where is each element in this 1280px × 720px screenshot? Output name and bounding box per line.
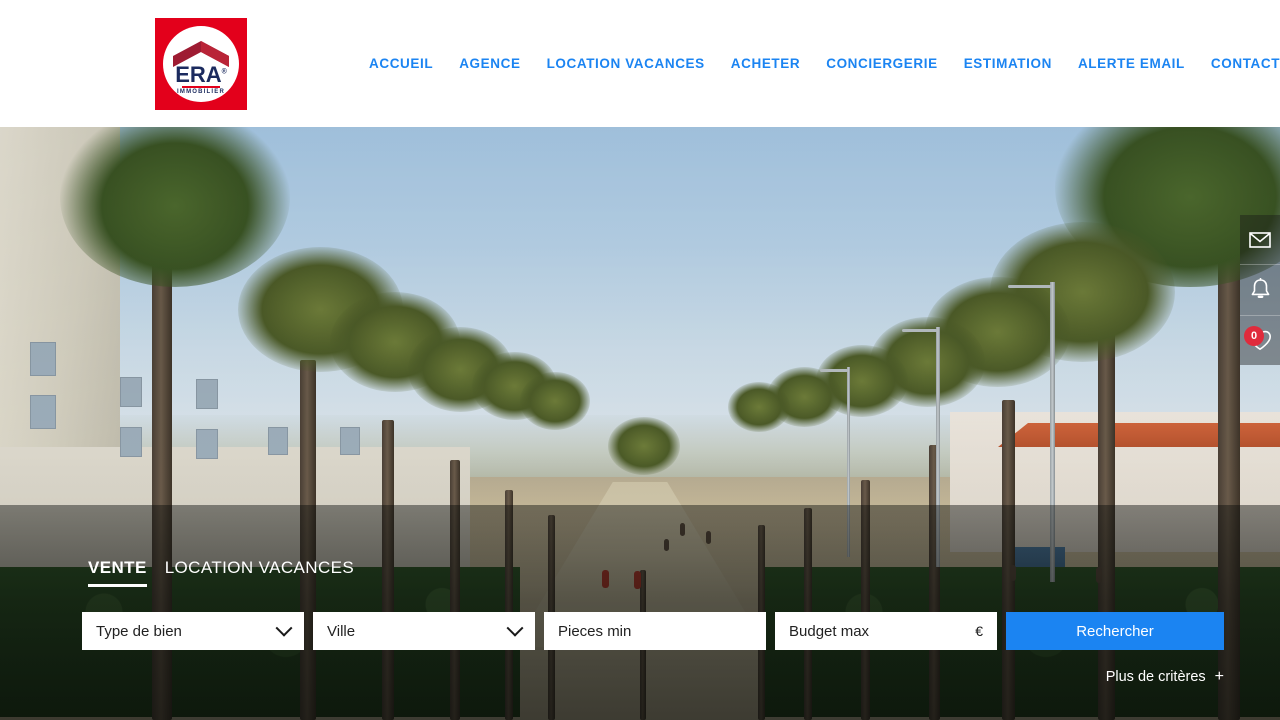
nav-item-location-vacances[interactable]: LOCATION VACANCES [534,56,718,71]
property-type-value: Type de bien [96,622,182,640]
rail-item-alerts[interactable] [1240,265,1280,316]
window [196,379,218,409]
pedestrian [680,523,685,536]
main-navigation: ACCUEIL AGENCE LOCATION VACANCES ACHETER… [356,0,1280,127]
floating-action-rail: 0 [1240,215,1280,365]
street-lamp-arm [1008,285,1052,288]
logo-registered-mark: ® [221,68,227,76]
hero-search-panel: VENTE LOCATION VACANCES Type de bien Vil… [0,540,1280,720]
more-criteria-label: Plus de critères [1105,669,1206,685]
window [120,377,142,407]
era-logo[interactable]: ERA® IMMOBILIER [155,18,247,110]
palm-crown [608,417,680,475]
nav-item-agence[interactable]: AGENCE [446,56,533,71]
rail-item-mail[interactable] [1240,215,1280,266]
window [30,342,56,376]
chevron-down-icon [275,619,293,637]
street-lamp [936,327,940,567]
nav-item-alerte-email[interactable]: ALERTE EMAIL [1065,56,1198,71]
logo-red-square: ERA® IMMOBILIER [155,18,247,110]
tab-location-vacances[interactable]: LOCATION VACANCES [165,558,354,584]
palm-crown [520,372,590,430]
window [196,429,218,459]
budget-max-input[interactable]: Budget max € [775,612,997,650]
city-value: Ville [327,622,356,640]
search-submit-button[interactable]: Rechercher [1006,612,1224,650]
window [30,395,56,429]
tab-vente[interactable]: VENTE [88,558,147,587]
nav-item-estimation[interactable]: ESTIMATION [951,56,1065,71]
street-lamp-arm [820,369,848,372]
street-lamp-arm [902,329,938,332]
logo-era-text: ERA® [175,62,227,87]
plus-icon: + [1214,668,1224,685]
logo-subtitle: IMMOBILIER [177,89,225,95]
search-tabs: VENTE LOCATION VACANCES [88,558,354,587]
logo-white-circle: ERA® IMMOBILIER [163,26,239,102]
street-lamp [847,367,850,557]
more-criteria-toggle[interactable]: Plus de critères + [1106,668,1224,686]
window [268,427,288,455]
site-header: ERA® IMMOBILIER ACCUEIL AGENCE LOCATION … [0,0,1280,127]
envelope-icon [1249,231,1271,248]
logo-divider [182,86,220,88]
euro-icon: € [975,623,983,639]
rooms-min-placeholder: Pieces min [558,622,632,640]
nav-item-accueil[interactable]: ACCUEIL [356,56,446,71]
chevron-down-icon [506,619,524,637]
street-lamp [1050,282,1055,582]
palm-crown [728,382,790,432]
window [120,427,142,457]
page-root: ERA® IMMOBILIER ACCUEIL AGENCE LOCATION … [0,0,1280,720]
window [340,427,360,455]
bell-icon [1251,278,1269,299]
nav-item-contact[interactable]: CONTACT [1198,56,1280,71]
nav-item-acheter[interactable]: ACHETER [718,56,813,71]
budget-max-placeholder: Budget max [789,622,870,640]
rooms-min-input[interactable]: Pieces min [544,612,766,650]
city-select[interactable]: Ville [313,612,535,650]
favorites-count-badge: 0 [1244,325,1264,346]
search-form: Type de bien Ville Pieces min Budget max… [82,612,1224,650]
nav-item-conciergerie[interactable]: CONCIERGERIE [813,56,950,71]
rail-item-favorites[interactable]: 0 [1240,316,1280,365]
property-type-select[interactable]: Type de bien [82,612,304,650]
